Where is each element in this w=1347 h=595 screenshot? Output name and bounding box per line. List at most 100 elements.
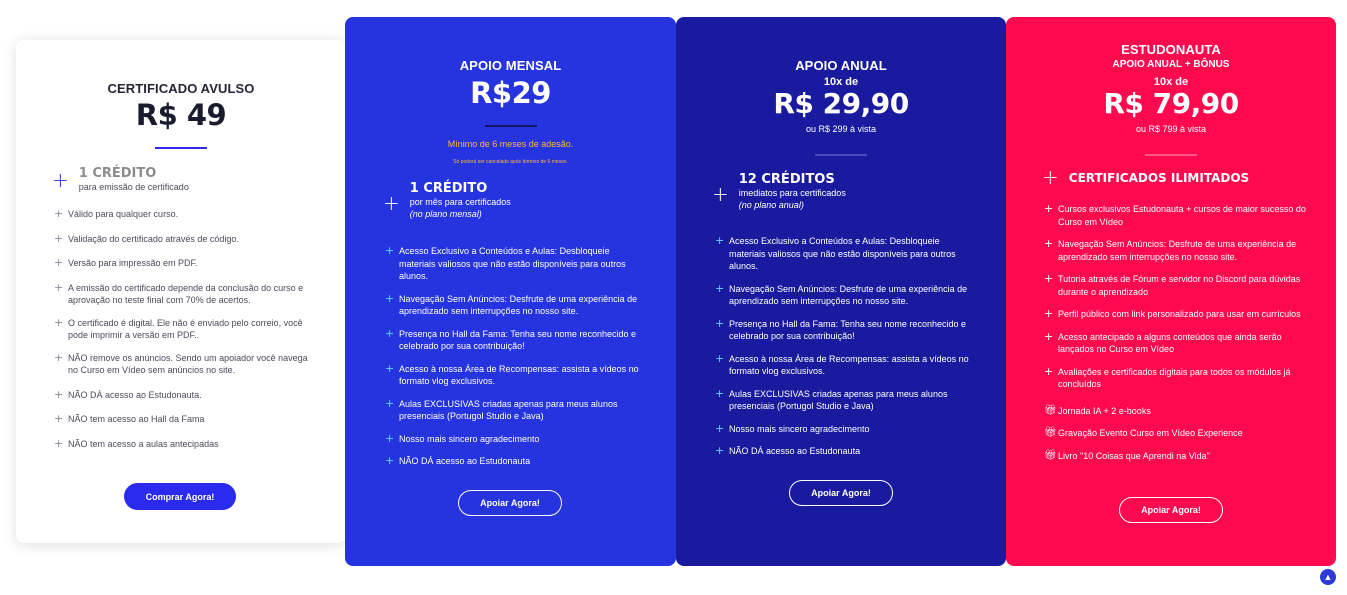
plan-title: APOIO MENSAL [459,58,562,73]
feature-item: + NÃO remove os anúncios. Sendo um apoiad… [54,350,308,376]
feature-item: + Navegação Sem Anúncios: Desfrute de uma… [715,281,968,307]
gift-icon: 🎁︎ [1044,427,1057,438]
plus-icon: + [52,168,69,192]
feature-item: + Versão para impressão em PDF. [54,256,198,269]
plus-icon: + [715,234,725,247]
plus-icon: + [1044,364,1054,378]
credit-subtitle: para emissão de certificado [78,182,189,192]
plan-price: R$ 49 [135,98,227,132]
support-now-button[interactable]: Apoiar Agora! [458,490,562,516]
support-now-button[interactable]: Apoiar Agora! [789,480,893,506]
gift-icon: 🎁︎ [1044,404,1057,416]
scroll-to-top-button[interactable]: ▲ [1320,569,1336,585]
feature-item: + Navegação Sem Anúncios: Desfrute de uma… [385,291,638,317]
credit-title: 1 CRÉDITO [409,181,488,196]
plan-card-mensal: APOIO MENSAL R$29 Mínimo de 6 meses de a… [345,17,676,566]
plus-icon: + [715,316,725,330]
plus-icon: + [54,280,64,294]
feature-item: + Tutoria através de Fórum e servidor no … [1044,272,1301,297]
feature-list: + Cursos exclusivos Estudonauta + cursos … [1044,203,1306,462]
plus-icon: + [712,182,729,206]
credit-note: (no plano anual) [738,200,804,210]
plus-icon: + [1044,237,1054,250]
feature-item: + NÃO DÁ acesso ao Estudonauta [715,444,861,457]
feature-item: + Válido para qualquer curso. [54,207,179,220]
feature-item: + Presença no Hall da Fama: Tenha seu nom… [715,316,966,342]
plus-icon: + [54,207,64,220]
plan-price: R$29 [470,76,551,110]
feature-item: + NÃO DÁ acesso ao Estudonauta [385,454,531,467]
feature-item: + Acesso à nossa Área de Recompensas: ass… [385,361,639,387]
credit-subtitle: por mês para certificados [409,197,511,207]
plus-icon: + [1044,202,1054,215]
plus-icon: + [1044,272,1054,285]
plus-icon: + [54,387,64,401]
credit-title: 1 CRÉDITO [78,166,157,181]
feature-item: + Perfil público com link personalizado p… [1044,307,1301,320]
plan-price: R$ 29,90 [773,87,909,120]
feature-item: + NÃO tem acesso ao Hall da Fama [54,412,205,425]
credit-subtitle: imediatos para certificados [738,188,846,198]
feature-item: + Acesso Exclusivo a Conteúdos e Aulas: D… [385,244,626,281]
plus-icon: + [54,350,64,364]
plan-card-avulso: CERTIFICADO AVULSO R$ 49 + 1 CRÉDITO par… [16,40,346,543]
divider [1145,154,1197,156]
feature-item: + Aulas EXCLUSIVAS criadas apenas para me… [715,386,948,412]
credit-note: (no plano mensal) [409,209,482,219]
plus-icon: + [383,191,400,215]
plan-title: ESTUDONAUTA [1121,42,1221,57]
plus-icon: + [715,421,725,435]
plan-title: APOIO ANUAL [795,58,887,73]
plus-icon: + [385,244,395,257]
plus-icon: + [715,386,725,400]
credit-block: + 12 CRÉDITOS imediatos para certificado… [712,173,846,211]
bonus-item: 🎁︎ Jornada IA + 2 e-books [1044,404,1151,416]
feature-item: + A emissão do certificado depende da con… [54,280,304,306]
feature-item: + NÃO tem acesso a aulas antecipadas [54,436,219,450]
plan-price: R$ 79,90 [1103,87,1239,120]
cash-price: ou R$ 799 à vista [1135,124,1207,134]
credit-block: + CERTIFICADOS ILIMITADOS [1042,165,1250,189]
minimum-commitment: Mínimo de 6 meses de adesão. [447,139,574,149]
feature-list: + Válido para qualquer curso. + Validação … [54,208,309,450]
plus-icon: + [54,256,64,269]
support-now-button[interactable]: Apoiar Agora! [1119,497,1223,523]
bonus-item: 🎁︎ Gravação Evento Curso em Vídeo Experie… [1044,427,1243,438]
bonus-item: 🎁︎ Livro "10 Coisas que Aprendi na Vida" [1044,449,1210,461]
feature-item: + Acesso antecipado a alguns conteúdos qu… [1044,329,1282,355]
gift-icon: 🎁︎ [1044,449,1057,461]
feature-item: + Aulas EXCLUSIVAS criadas apenas para me… [385,396,618,422]
divider [484,125,537,127]
plan-card-anual: APOIO ANUAL 10x de R$ 29,90 ou R$ 299 à … [676,17,1006,566]
plus-icon: + [1042,165,1059,189]
credit-block: + 1 CRÉDITO para emissão de certificado [52,167,189,193]
plus-icon: + [385,454,395,467]
feature-item: + Validação do certificado através de cód… [54,231,239,245]
feature-item: + Acesso Exclusivo a Conteúdos e Aulas: D… [715,234,956,271]
plus-icon: + [715,351,725,365]
cancellation-note: Só poderá ser cancelado após término de … [453,159,568,165]
chevron-up-icon: ▲ [1323,572,1333,582]
buy-now-button[interactable]: Comprar Agora! [124,483,236,510]
feature-item: + Navegação Sem Anúncios: Desfrute de uma… [1044,237,1297,262]
plan-subtitle: APOIO ANUAL + BÔNUS [1112,59,1230,70]
plus-icon: + [54,436,64,450]
plus-icon: + [385,431,395,445]
feature-item: + Nosso mais sincero agradecimento [715,421,870,435]
plus-icon: + [54,315,64,329]
feature-item: + Nosso mais sincero agradecimento [385,431,540,445]
credit-title: CERTIFICADOS ILIMITADOS [1068,171,1250,185]
plus-icon: + [715,281,725,295]
plus-icon: + [54,412,64,425]
plus-icon: + [385,361,395,375]
plan-title: CERTIFICADO AVULSO [107,81,255,96]
divider [815,154,867,156]
cash-price: ou R$ 299 à vista [805,124,877,134]
plus-icon: + [715,444,725,457]
feature-item: + Avaliações e certificados digitais para… [1044,364,1291,390]
feature-item: + O certificado é digital. Ele não é envi… [54,315,303,341]
feature-item: + Acesso à nossa Área de Recompensas: ass… [715,351,969,377]
plus-icon: + [385,291,395,305]
feature-item: + Presença no Hall da Fama: Tenha seu nom… [385,326,636,352]
feature-item: + Cursos exclusivos Estudonauta + cursos … [1044,202,1306,227]
